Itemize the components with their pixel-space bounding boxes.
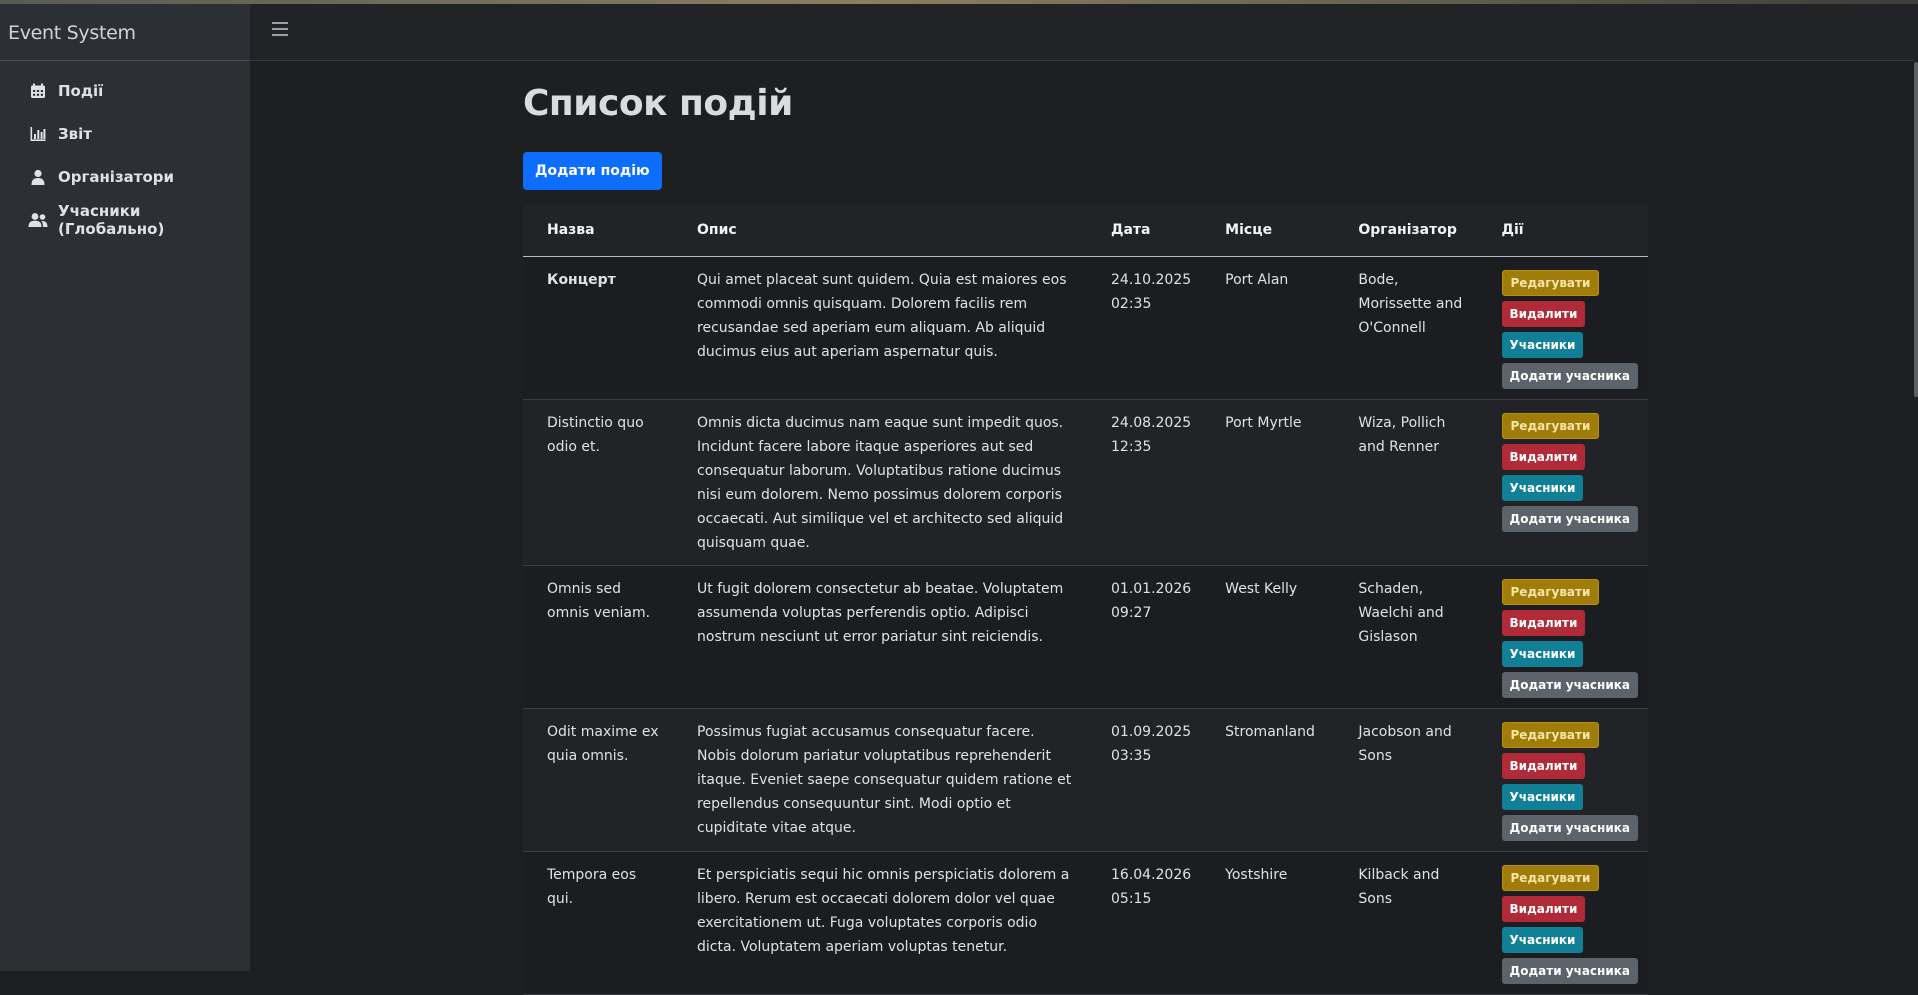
event-place: Port Alan — [1201, 256, 1335, 400]
event-place: West Kelly — [1201, 565, 1335, 709]
table-row: Концерт Qui amet placeat sunt quidem. Qu… — [523, 256, 1648, 400]
chart-icon — [28, 124, 48, 144]
sidebar: Event System Події Звіт Організатори Уча… — [0, 4, 250, 971]
column-header-organizer: Організатор — [1334, 204, 1478, 257]
event-time: 05:15 — [1111, 891, 1152, 907]
event-place: Port Myrtle — [1201, 399, 1335, 566]
edit-button[interactable]: Редагувати — [1501, 270, 1600, 296]
delete-button[interactable]: Видалити — [1501, 753, 1586, 779]
event-description: Qui amet placeat sunt quidem. Quia est m… — [673, 256, 1087, 400]
users-icon — [28, 210, 48, 230]
event-datetime: 24.08.2025 12:35 — [1087, 399, 1202, 566]
event-name: Tempora eos qui. — [523, 851, 674, 995]
edit-button[interactable]: Редагувати — [1501, 722, 1600, 748]
event-time: 12:35 — [1111, 439, 1152, 455]
sidebar-nav: Події Звіт Організатори Учасники (Глобал… — [0, 69, 250, 241]
column-header-actions: Дії — [1477, 204, 1648, 257]
sidebar-item-participants-global[interactable]: Учасники (Глобально) — [0, 198, 250, 241]
table-row: Tempora eos qui. Et perspiciatis sequi h… — [523, 851, 1648, 995]
event-place: Stromanland — [1201, 708, 1335, 852]
event-datetime: 16.04.2026 05:15 — [1087, 851, 1202, 995]
table-row: Distinctio quo odio et. Omnis dicta duci… — [523, 399, 1648, 566]
event-date: 01.01.2026 — [1111, 581, 1192, 597]
sidebar-item-label: Учасники (Глобально) — [58, 201, 165, 238]
event-organizer: Kilback and Sons — [1334, 851, 1478, 995]
event-description: Ut fugit dolorem consectetur ab beatae. … — [673, 565, 1087, 709]
event-time: 09:27 — [1111, 605, 1152, 621]
event-datetime: 01.09.2025 03:35 — [1087, 708, 1202, 852]
scrollbar-thumb[interactable] — [1914, 62, 1918, 397]
event-time: 02:35 — [1111, 296, 1152, 312]
participants-button[interactable]: Учасники — [1501, 332, 1584, 358]
event-date: 24.08.2025 — [1111, 415, 1192, 431]
user-icon — [28, 167, 48, 187]
event-organizer: Schaden, Waelchi and Gislason — [1334, 565, 1478, 709]
event-description: Omnis dicta ducimus nam eaque sunt imped… — [673, 399, 1087, 566]
event-name: Odit maxime ex quia omnis. — [523, 708, 674, 852]
event-date: 16.04.2026 — [1111, 867, 1192, 883]
event-place: Yostshire — [1201, 851, 1335, 995]
event-actions: Редагувати Видалити Учасники Додати учас… — [1477, 708, 1648, 852]
event-description: Possimus fugiat accusamus consequatur fa… — [673, 708, 1087, 852]
event-organizer: Wiza, Pollich and Renner — [1334, 399, 1478, 566]
event-actions: Редагувати Видалити Учасники Додати учас… — [1477, 256, 1648, 400]
menu-toggle-icon[interactable] — [272, 22, 288, 38]
event-time: 03:35 — [1111, 748, 1152, 764]
event-name: Концерт — [523, 256, 674, 400]
event-organizer: Bode, Morissette and O'Connell — [1334, 256, 1478, 400]
event-date: 01.09.2025 — [1111, 724, 1192, 740]
add-participant-button[interactable]: Додати учасника — [1501, 815, 1638, 841]
add-participant-button[interactable]: Додати учасника — [1501, 672, 1638, 698]
add-participant-button[interactable]: Додати учасника — [1501, 958, 1638, 984]
main-content: Список подій Додати подію Назва Опис Дат… — [523, 60, 1648, 995]
app-brand[interactable]: Event System — [0, 4, 250, 61]
top-navbar — [250, 4, 1918, 61]
event-datetime: 24.10.2025 02:35 — [1087, 256, 1202, 400]
sidebar-item-label: Події — [58, 81, 104, 100]
edit-button[interactable]: Редагувати — [1501, 579, 1600, 605]
event-datetime: 01.01.2026 09:27 — [1087, 565, 1202, 709]
event-name: Distinctio quo odio et. — [523, 399, 674, 566]
column-header-date: Дата — [1087, 204, 1202, 257]
calendar-icon — [28, 81, 48, 101]
delete-button[interactable]: Видалити — [1501, 610, 1586, 636]
event-actions: Редагувати Видалити Учасники Додати учас… — [1477, 851, 1648, 995]
column-header-place: Місце — [1201, 204, 1335, 257]
delete-button[interactable]: Видалити — [1501, 301, 1586, 327]
page-title: Список подій — [523, 83, 793, 124]
event-actions: Редагувати Видалити Учасники Додати учас… — [1477, 399, 1648, 566]
add-participant-button[interactable]: Додати учасника — [1501, 506, 1638, 532]
event-name: Omnis sed omnis veniam. — [523, 565, 674, 709]
table-header-row: Назва Опис Дата Місце Організатор Дії — [523, 204, 1648, 257]
delete-button[interactable]: Видалити — [1501, 444, 1586, 470]
event-organizer: Jacobson and Sons — [1334, 708, 1478, 852]
sidebar-item-label: Звіт — [58, 124, 92, 143]
edit-button[interactable]: Редагувати — [1501, 865, 1600, 891]
sidebar-item-organizers[interactable]: Організатори — [0, 155, 250, 198]
event-actions: Редагувати Видалити Учасники Додати учас… — [1477, 565, 1648, 709]
edit-button[interactable]: Редагувати — [1501, 413, 1600, 439]
add-event-button[interactable]: Додати подію — [523, 152, 662, 190]
column-header-name: Назва — [523, 204, 674, 257]
table-row: Odit maxime ex quia omnis. Possimus fugi… — [523, 708, 1648, 852]
add-participant-button[interactable]: Додати учасника — [1501, 363, 1638, 389]
sidebar-item-report[interactable]: Звіт — [0, 112, 250, 155]
sidebar-item-label: Організатори — [58, 167, 175, 186]
events-table: Назва Опис Дата Місце Організатор Дії Ко… — [523, 204, 1648, 995]
event-date: 24.10.2025 — [1111, 272, 1192, 288]
sidebar-item-events[interactable]: Події — [0, 69, 250, 112]
participants-button[interactable]: Учасники — [1501, 475, 1584, 501]
participants-button[interactable]: Учасники — [1501, 641, 1584, 667]
delete-button[interactable]: Видалити — [1501, 896, 1586, 922]
participants-button[interactable]: Учасники — [1501, 784, 1584, 810]
table-row: Omnis sed omnis veniam. Ut fugit dolorem… — [523, 565, 1648, 709]
event-description: Et perspiciatis sequi hic omnis perspici… — [673, 851, 1087, 995]
column-header-description: Опис — [673, 204, 1087, 257]
participants-button[interactable]: Учасники — [1501, 927, 1584, 953]
